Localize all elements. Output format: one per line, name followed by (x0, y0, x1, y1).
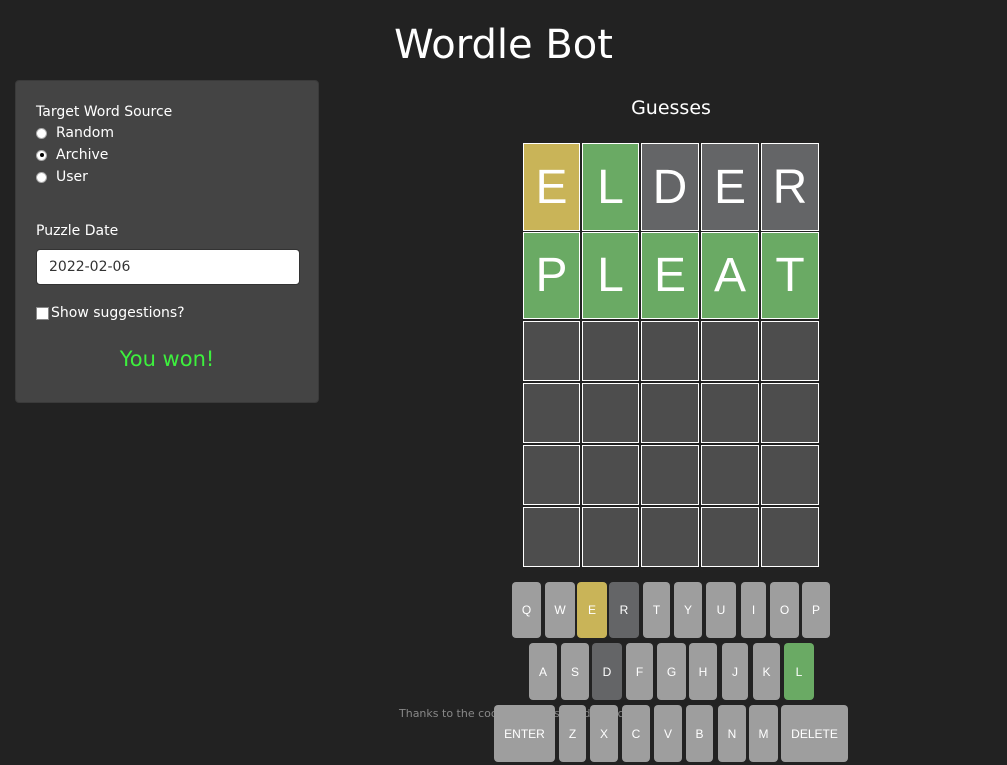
show-suggestions-checkbox[interactable]: Show suggestions? (36, 305, 185, 321)
key-j[interactable]: J (722, 643, 748, 700)
key-n[interactable]: N (718, 705, 746, 762)
tile (523, 383, 580, 443)
radio-archive[interactable]: Archive (36, 147, 108, 163)
radio-label: User (56, 169, 88, 185)
page-title: Wordle Bot (394, 22, 613, 68)
tile: A (701, 232, 759, 319)
tile (701, 507, 759, 567)
key-e[interactable]: E (577, 582, 607, 638)
status-message: You won! (119, 347, 215, 371)
tile (761, 507, 819, 567)
checkbox-icon[interactable] (36, 306, 49, 320)
tile: E (523, 143, 580, 231)
key-enter[interactable]: ENTER (494, 705, 555, 762)
key-y[interactable]: Y (674, 582, 702, 638)
key-g[interactable]: G (657, 643, 686, 700)
key-x[interactable]: X (590, 705, 618, 762)
radio-user[interactable]: User (36, 169, 88, 185)
key-f[interactable]: F (626, 643, 653, 700)
key-k[interactable]: K (753, 643, 780, 700)
tile (523, 445, 580, 505)
key-z[interactable]: Z (559, 705, 586, 762)
tile (701, 383, 759, 443)
key-u[interactable]: U (706, 582, 736, 638)
radio-icon[interactable] (36, 127, 47, 139)
key-m[interactable]: M (749, 705, 778, 762)
tile (582, 383, 639, 443)
tile (523, 321, 580, 381)
radio-label: Random (56, 125, 114, 141)
settings-panel: Target Word Source Random Archive User P… (15, 80, 319, 403)
tile: L (582, 143, 639, 231)
key-p[interactable]: P (802, 582, 830, 638)
puzzle-date-input[interactable]: 2022-02-06 (36, 249, 300, 285)
tile: T (761, 232, 819, 319)
tile (641, 383, 699, 443)
key-s[interactable]: S (561, 643, 589, 700)
key-h[interactable]: H (689, 643, 717, 700)
key-i[interactable]: I (741, 582, 766, 638)
source-label: Target Word Source (36, 104, 173, 120)
key-q[interactable]: Q (512, 582, 541, 638)
key-l[interactable]: L (784, 643, 814, 700)
tile (701, 445, 759, 505)
tile: E (701, 143, 759, 231)
tile: E (641, 232, 699, 319)
tile: D (641, 143, 699, 231)
key-d[interactable]: D (592, 643, 622, 700)
tile (761, 445, 819, 505)
radio-random[interactable]: Random (36, 125, 114, 141)
tile (582, 445, 639, 505)
tile (761, 383, 819, 443)
tile (582, 507, 639, 567)
checkbox-label: Show suggestions? (51, 305, 185, 321)
key-a[interactable]: A (529, 643, 557, 700)
tile (641, 507, 699, 567)
tile (523, 507, 580, 567)
radio-icon[interactable] (36, 171, 47, 183)
key-r[interactable]: R (609, 582, 639, 638)
tile (582, 321, 639, 381)
key-t[interactable]: T (643, 582, 670, 638)
tile (701, 321, 759, 381)
tile: R (761, 143, 819, 231)
radio-selected-icon[interactable] (36, 149, 47, 161)
tile (641, 445, 699, 505)
key-delete[interactable]: DELETE (781, 705, 848, 762)
key-c[interactable]: C (622, 705, 650, 762)
tile: P (523, 232, 580, 319)
radio-label: Archive (56, 147, 109, 163)
key-b[interactable]: B (686, 705, 713, 762)
key-o[interactable]: O (770, 582, 799, 638)
key-w[interactable]: W (545, 582, 575, 638)
tile: L (582, 232, 639, 319)
key-v[interactable]: V (654, 705, 682, 762)
tile (641, 321, 699, 381)
date-label: Puzzle Date (36, 223, 119, 239)
guesses-title: Guesses (631, 97, 711, 119)
tile (761, 321, 819, 381)
